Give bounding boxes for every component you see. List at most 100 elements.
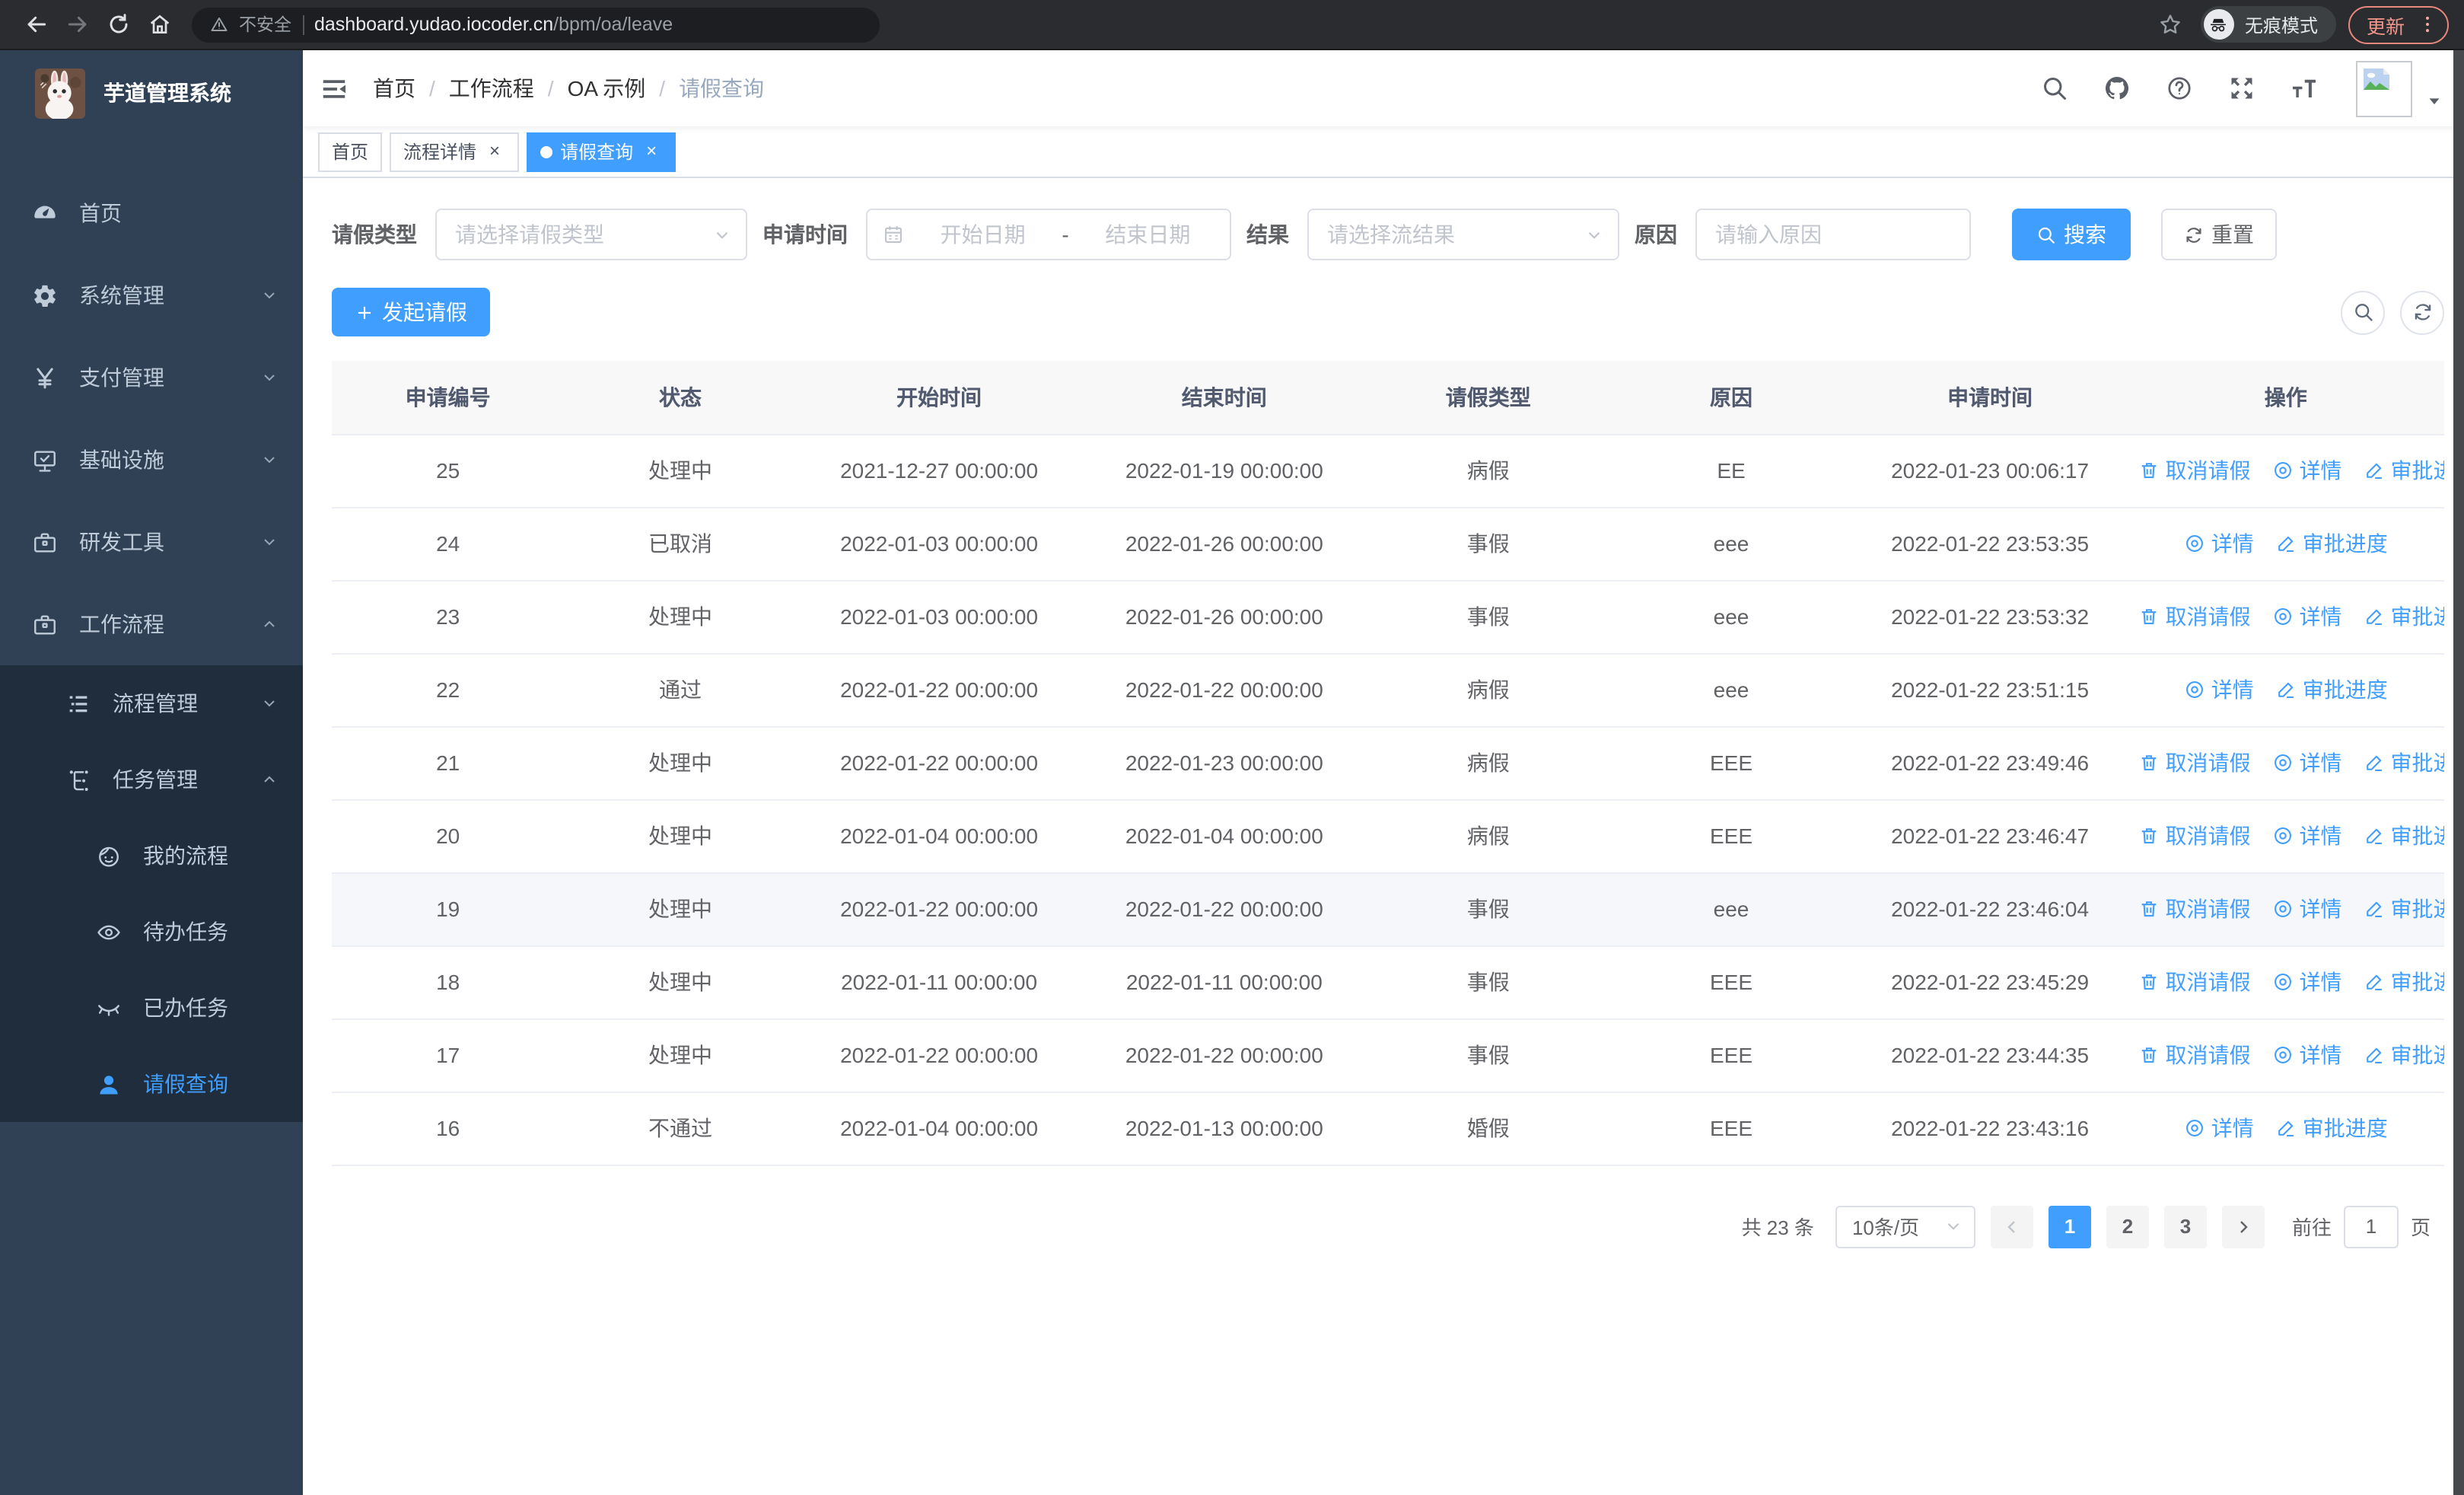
create-leave-button[interactable]: 发起请假 [332,288,490,336]
browser-scrollbar[interactable] [2453,50,2464,1495]
table-row[interactable]: 22 通过 2022-01-22 00:00:00 2022-01-22 00:00:… [332,653,2444,727]
detail-action-link[interactable]: 详情 [2272,455,2342,486]
table-row[interactable]: 23 处理中 2022-01-03 00:00:00 2022-01-26 00:00… [332,580,2444,654]
detail-action-link[interactable]: 详情 [2272,748,2342,778]
goto-page-input[interactable]: 1 [2343,1205,2399,1248]
start-date-input[interactable]: 开始日期 [916,219,1049,250]
reason-input[interactable]: 请输入原因 [1695,209,1971,260]
cell-status: 处理中 [564,726,797,800]
table-row[interactable]: 18 处理中 2022-01-11 00:00:00 2022-01-11 00:00… [332,945,2444,1019]
progress-action-link[interactable]: 审批进度 [2364,894,2444,924]
browser-home-button[interactable] [138,4,180,45]
browser-back-button[interactable] [15,4,56,45]
sidebar-item-workflow[interactable]: 工作流程 [0,583,303,665]
user-menu[interactable] [2356,60,2443,116]
avatar[interactable] [2356,60,2412,116]
sidebar-item-todo-tasks[interactable]: 待办任务 [0,894,303,970]
sidebar-item-system[interactable]: 系统管理 [0,254,303,336]
sidebar-item-my-process[interactable]: 我的流程 [0,818,303,894]
cell-apply: 2022-01-22 23:53:35 [1852,507,2128,581]
sidebar-item-dev-tools[interactable]: 研发工具 [0,501,303,583]
breadcrumb-item[interactable]: 首页 [373,73,415,104]
progress-action-link[interactable]: 审批进度 [2364,748,2444,778]
sidebar-item-leave-query[interactable]: 请假查询 [0,1046,303,1122]
help-icon[interactable] [2166,75,2193,102]
sidebar-item-home[interactable]: 首页 [0,172,303,254]
browser-update-menu[interactable]: 更新 [2348,5,2449,43]
detail-action-link[interactable]: 详情 [2272,967,2342,997]
browser-forward-button[interactable] [56,4,97,45]
progress-action-link[interactable]: 审批进度 [2364,967,2444,997]
sidebar-item-payment[interactable]: 支付管理 [0,336,303,419]
page-button-1[interactable]: 1 [2048,1205,2091,1248]
tab-process-detail[interactable]: 流程详情 × [390,132,520,171]
breadcrumb-item[interactable]: OA 示例 [568,73,646,104]
toggle-search-button[interactable] [2341,290,2385,334]
close-icon[interactable]: × [641,140,662,162]
table-row[interactable]: 20 处理中 2022-01-04 00:00:00 2022-01-04 00:00… [332,799,2444,873]
progress-action-link[interactable]: 审批进度 [2275,674,2388,705]
search-button[interactable]: 搜索 [2012,209,2131,260]
progress-action-link[interactable]: 审批进度 [2364,455,2444,486]
table-row[interactable]: 19 处理中 2022-01-22 00:00:00 2022-01-22 00:00… [332,872,2444,946]
prev-page-button[interactable] [1990,1205,2033,1248]
cancel-action-link[interactable]: 取消请假 [2138,748,2251,778]
view-icon [2272,460,2294,481]
page-url[interactable]: dashboard.yudao.iocoder.cn/bpm/oa/leave [314,14,673,35]
table-row[interactable]: 25 处理中 2021-12-27 00:00:00 2022-01-19 00:00… [332,434,2444,508]
bookmark-star-icon[interactable] [2158,12,2182,37]
table-row[interactable]: 24 已取消 2022-01-03 00:00:00 2022-01-26 00:00… [332,507,2444,581]
sidebar-item-done-tasks[interactable]: 已办任务 [0,970,303,1046]
end-date-input[interactable]: 结束日期 [1081,219,1214,250]
leave-type-select[interactable]: 请选择请假类型 [435,209,747,260]
github-icon[interactable] [2103,75,2131,102]
reset-button[interactable]: 重置 [2161,209,2277,260]
page-button-2[interactable]: 2 [2106,1205,2149,1248]
menu-dots-icon[interactable] [2417,14,2438,35]
cancel-action-link[interactable]: 取消请假 [2138,455,2251,486]
table-row[interactable]: 17 处理中 2022-01-22 00:00:00 2022-01-22 00:00… [332,1018,2444,1092]
cancel-action-link[interactable]: 取消请假 [2138,821,2251,851]
page-button-3[interactable]: 3 [2163,1205,2207,1248]
breadcrumb-item[interactable]: 工作流程 [449,73,534,104]
cancel-action-link[interactable]: 取消请假 [2138,967,2251,997]
apply-time-range-picker[interactable]: 开始日期 - 结束日期 [866,209,1231,260]
cancel-action-link[interactable]: 取消请假 [2138,1040,2251,1070]
cell-reason: eee [1609,872,1853,946]
table-row[interactable]: 16 不通过 2022-01-04 00:00:00 2022-01-13 00:00… [332,1092,2444,1165]
cancel-action-link[interactable]: 取消请假 [2138,894,2251,924]
sidebar-item-task-mgmt[interactable]: 任务管理 [0,741,303,818]
refresh-table-button[interactable] [2400,290,2444,334]
fullscreen-icon[interactable] [2228,75,2255,102]
detail-action-link[interactable]: 详情 [2272,1040,2342,1070]
next-page-button[interactable] [2221,1205,2265,1248]
progress-action-link[interactable]: 审批进度 [2275,1113,2388,1143]
search-icon[interactable] [2041,75,2068,102]
progress-action-link[interactable]: 审批进度 [2364,601,2444,632]
sidebar-item-infra[interactable]: 基础设施 [0,419,303,501]
table-row[interactable]: 21 处理中 2022-01-22 00:00:00 2022-01-23 00:00… [332,726,2444,800]
detail-action-link[interactable]: 详情 [2184,528,2254,559]
progress-action-link[interactable]: 审批进度 [2364,821,2444,851]
progress-action-link[interactable]: 审批进度 [2275,528,2388,559]
cancel-action-link[interactable]: 取消请假 [2138,601,2251,632]
detail-action-link[interactable]: 详情 [2272,894,2342,924]
sidebar-item-process-mgmt[interactable]: 流程管理 [0,665,303,741]
page-size-select[interactable]: 10条/页 [1835,1205,1975,1248]
result-select[interactable]: 请选择流结果 [1307,209,1619,260]
detail-action-link[interactable]: 详情 [2184,674,2254,705]
progress-action-link[interactable]: 审批进度 [2364,1040,2444,1070]
security-label[interactable]: 不安全 [239,12,291,37]
sidebar-fold-icon[interactable] [320,74,349,103]
address-bar[interactable]: 不安全 dashboard.yudao.iocoder.cn/bpm/oa/le… [192,7,880,42]
font-size-icon[interactable] [2291,75,2318,102]
detail-action-link[interactable]: 详情 [2272,821,2342,851]
detail-action-link[interactable]: 详情 [2184,1113,2254,1143]
detail-action-link[interactable]: 详情 [2272,601,2342,632]
sidebar-logo-row[interactable]: 芋道管理系统 [0,50,303,135]
browser-reload-button[interactable] [97,4,138,45]
tab-leave-query[interactable]: 请假查询 × [527,132,676,171]
update-label[interactable]: 更新 [2367,10,2405,39]
close-icon[interactable]: × [484,140,505,162]
tab-home[interactable]: 首页 [318,132,383,171]
